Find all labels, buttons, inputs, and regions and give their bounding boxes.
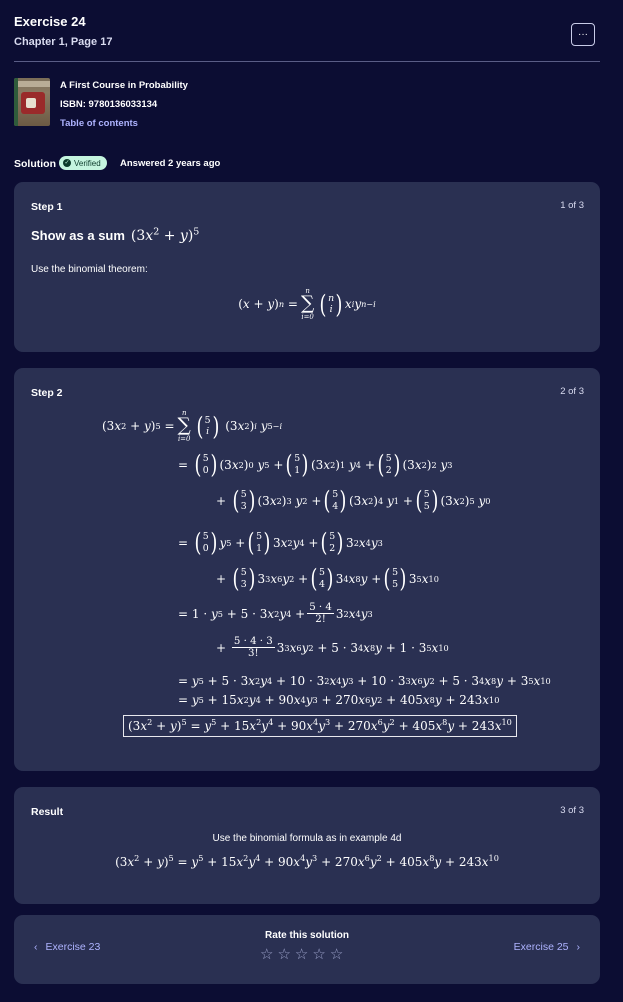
chevron-left-icon: ‹ <box>34 941 38 953</box>
verified-badge: ✓ Verified <box>59 156 107 170</box>
rate-solution-label: Rate this solution <box>265 930 349 941</box>
step-count: 2 of 3 <box>560 386 584 397</box>
star-icon[interactable]: ☆ <box>295 947 308 962</box>
step-title-text: Show as a sum <box>31 228 125 243</box>
chevron-right-icon: › <box>576 941 581 953</box>
previous-exercise-link[interactable]: ‹ Exercise 23 <box>34 941 100 953</box>
star-icon[interactable]: ☆ <box>260 947 273 962</box>
step-1-card: Step 1 1 of 3 Show as a sum (3x2 + y)5 U… <box>14 182 600 352</box>
step-count: 1 of 3 <box>560 200 584 211</box>
check-icon: ✓ <box>63 159 71 167</box>
verified-label: Verified <box>74 158 101 168</box>
rating-stars: ☆ ☆ ☆ ☆ ☆ <box>260 947 343 962</box>
step-count: 3 of 3 <box>560 805 584 816</box>
star-icon[interactable]: ☆ <box>312 947 325 962</box>
more-options-button[interactable]: ··· <box>571 23 595 46</box>
step-2-card: Step 2 2 of 3 (3 x 2 + y) 5 = n ∑ i=0 (5 i) (3… <box>14 368 600 771</box>
result-description: Use the binomial formula as in example 4… <box>212 833 402 844</box>
chapter-page-subtitle: Chapter 1, Page 17 <box>14 36 113 48</box>
book-title: A First Course in Probability <box>60 80 188 91</box>
star-icon[interactable]: ☆ <box>277 947 290 962</box>
step-label: Result <box>31 806 64 818</box>
book-isbn: ISBN: 9780136033134 <box>60 99 158 110</box>
star-icon[interactable]: ☆ <box>330 947 343 962</box>
result-card: Result 3 of 3 Use the binomial formula a… <box>14 787 600 904</box>
step-title: Show as a sum (3x2 + y)5 <box>31 226 200 244</box>
step-description: Use the binomial theorem: <box>31 264 148 275</box>
result-formula: (3x2 + y)5 = y5 + 15x2y4 + 90x4y3 + 270x… <box>115 853 499 869</box>
final-answer-box: (3x2 + y)5 = y5 + 15x2y4 + 90x4y3 + 270x… <box>123 715 517 737</box>
navigation-card: ‹ Exercise 23 Rate this solution ☆ ☆ ☆ ☆… <box>14 915 600 984</box>
step-label: Step 2 <box>31 387 63 399</box>
binomial-theorem-formula: (x + y) n = n ∑ i=0 (n i) x i y n−i <box>238 287 376 321</box>
table-of-contents-link[interactable]: Table of contents <box>60 118 138 129</box>
step-label: Step 1 <box>31 201 63 213</box>
exercise-title: Exercise 24 <box>14 14 86 29</box>
expression: (3x2 + y)5 <box>130 226 200 244</box>
next-exercise-label: Exercise 25 <box>513 941 569 953</box>
more-horizontal-icon: ··· <box>578 28 588 40</box>
solution-label: Solution <box>14 158 56 170</box>
header-divider <box>14 61 600 62</box>
next-exercise-link[interactable]: Exercise 25 › <box>514 941 580 953</box>
book-cover-image[interactable] <box>14 78 50 126</box>
answered-time: Answered 2 years ago <box>120 158 221 169</box>
previous-exercise-label: Exercise 23 <box>45 941 101 953</box>
